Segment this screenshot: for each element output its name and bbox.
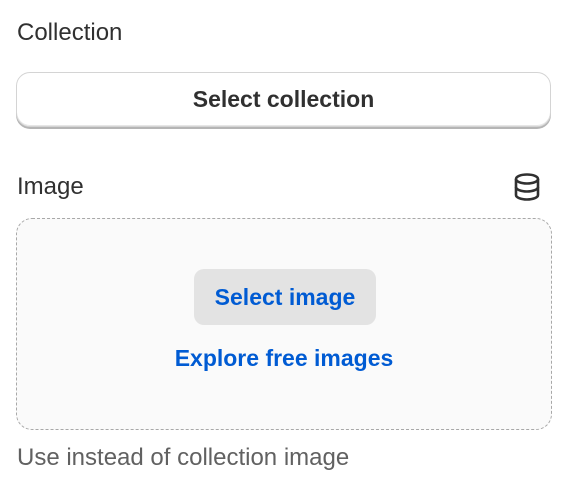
database-icon[interactable] — [512, 172, 542, 202]
image-label: Image — [17, 173, 84, 200]
select-image-button[interactable]: Select image — [194, 269, 376, 325]
collection-label: Collection — [17, 19, 123, 46]
image-help-text: Use instead of collection image — [17, 444, 350, 471]
select-collection-button[interactable]: Select collection — [16, 72, 551, 127]
explore-free-images-link[interactable]: Explore free images — [17, 345, 551, 372]
image-dropzone[interactable]: Select image Explore free images — [16, 218, 552, 430]
